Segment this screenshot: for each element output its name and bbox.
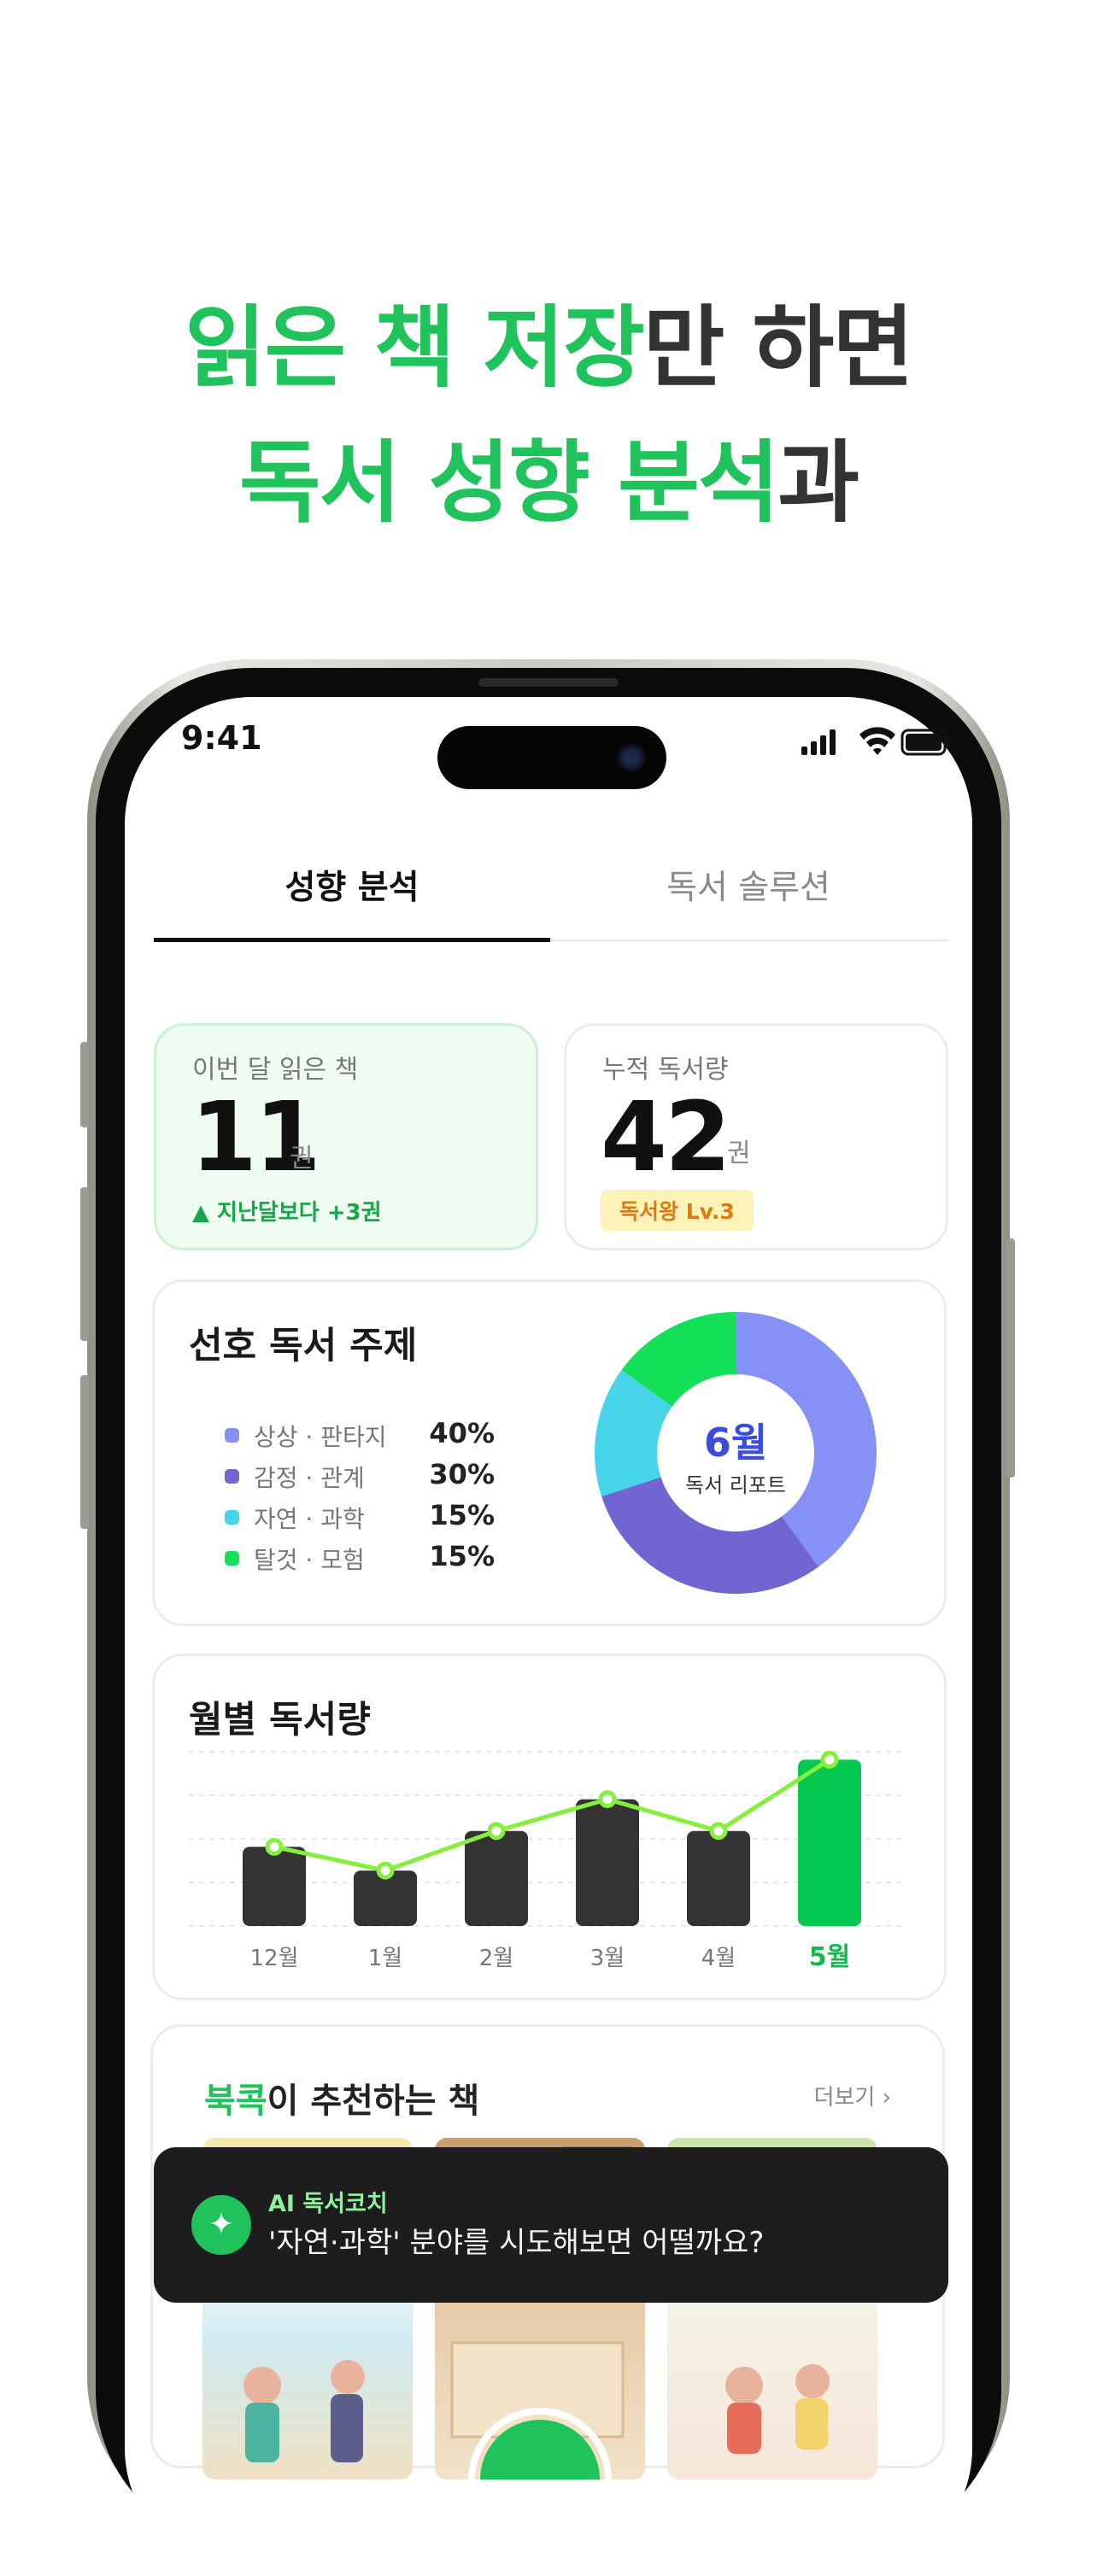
legend-value: 30% — [429, 1458, 495, 1490]
monthly-volume-card: 월별 독서량 12월 1월 2월 3월 4월 5월 — [152, 1654, 947, 2000]
chart-bar — [243, 1847, 306, 1926]
preference-donut-chart: 6월 독서 리포트 — [595, 1312, 877, 1594]
trend-point — [709, 1822, 728, 1841]
legend-label: 탈것 · 모험 — [254, 1546, 365, 1574]
battery-icon — [900, 729, 950, 756]
wifi-icon — [859, 727, 895, 755]
chart-bar — [465, 1830, 528, 1926]
status-icons — [801, 727, 950, 756]
tab-divider — [550, 940, 948, 941]
monthly-read-card[interactable]: 이번 달 읽은 책 11 권 ▲ 지난달보다 +3권 — [154, 1023, 538, 1250]
power-button — [1006, 1238, 1015, 1478]
legend-swatch — [225, 1510, 239, 1525]
trend-point — [487, 1822, 506, 1841]
trend-point — [598, 1790, 617, 1809]
chart-bar — [687, 1830, 750, 1926]
tab-solution[interactable]: 독서 솔루션 — [550, 861, 947, 909]
total-read-card[interactable]: 누적 독서량 42 권 독서왕 Lv.3 — [564, 1023, 948, 1250]
trend-point — [376, 1861, 395, 1880]
signal-icon — [801, 729, 836, 755]
chart-bar — [576, 1799, 639, 1926]
legend-label: 상상 · 판타지 — [254, 1423, 387, 1451]
headline-line-1: 읽은 책 저장만 하면 — [0, 275, 1097, 404]
legend-swatch — [225, 1469, 239, 1484]
legend-value: 15% — [429, 1540, 495, 1572]
chart-bar — [798, 1759, 861, 1926]
action-button — [80, 1042, 89, 1127]
headline-highlight: 읽은 책 저장 — [184, 296, 645, 400]
headline-highlight: 독서 성향 분석 — [238, 430, 779, 535]
headline-line-2: 독서 성향 분석과 — [0, 410, 1097, 539]
stat-value: 42 — [601, 1082, 731, 1193]
legend-swatch — [225, 1551, 239, 1566]
x-tick-label: 5월 — [809, 1942, 850, 1972]
legend-item: 상상 · 판타지 40% — [225, 1417, 498, 1453]
level-badge: 독서왕 Lv.3 — [601, 1190, 754, 1231]
coach-title: AI 독서코치 — [268, 2191, 388, 2217]
volume-down-button — [80, 1375, 89, 1529]
legend-swatch — [225, 1428, 239, 1443]
x-tick-label: 4월 — [701, 1946, 736, 1971]
legend-item: 감정 · 관계 30% — [225, 1458, 498, 1494]
camera-icon — [617, 743, 646, 772]
x-tick-label: 12월 — [249, 1946, 298, 1971]
donut-center-label: 독서 리포트 — [685, 1473, 786, 1497]
legend-item: 탈것 · 모험 15% — [225, 1540, 498, 1576]
headline-text: 만 하면 — [642, 296, 914, 400]
tab-analysis[interactable]: 성향 분석 — [154, 861, 550, 909]
preference-card: 선호 독서 주제 상상 · 판타지 40% 감정 · 관계 30% 자연 · 과… — [152, 1279, 947, 1626]
trend-point — [820, 1750, 839, 1769]
x-tick-label: 3월 — [590, 1946, 625, 1971]
recommend-title-text: 이 추천하는 책 — [267, 2081, 480, 2121]
volume-up-button — [80, 1187, 89, 1341]
x-tick-label: 2월 — [479, 1946, 513, 1971]
legend-label: 감정 · 관계 — [254, 1464, 365, 1492]
more-link[interactable]: 더보기 › — [814, 2080, 891, 2111]
card-title: 선호 독서 주제 — [189, 1325, 418, 1367]
stat-unit: 권 — [290, 1144, 314, 1174]
ai-coach-toast[interactable]: ✦ AI 독서코치 '자연·과학' 분야를 시도해보면 어떨까요? — [154, 2147, 948, 2303]
x-tick-label: 1월 — [368, 1946, 402, 1971]
donut-center-month: 6월 — [704, 1420, 767, 1466]
stat-unit: 권 — [727, 1139, 751, 1168]
status-time: 9:41 — [181, 719, 262, 757]
monthly-bar-chart: 12월 1월 2월 3월 4월 5월 — [189, 1750, 906, 1972]
legend-item: 자연 · 과학 15% — [225, 1499, 498, 1535]
tab-active-indicator — [154, 938, 550, 942]
earpiece-speaker — [478, 678, 619, 687]
legend-value: 40% — [429, 1417, 495, 1449]
stat-label: 누적 독서량 — [602, 1055, 729, 1085]
stat-label: 이번 달 읽은 책 — [192, 1055, 359, 1085]
trend-point — [265, 1837, 284, 1856]
stat-delta: ▲ 지난달보다 +3권 — [192, 1200, 382, 1226]
legend-label: 자연 · 과학 — [254, 1505, 365, 1533]
sparkle-icon: ✦ — [191, 2195, 251, 2255]
recommend-title: 북콕이 추천하는 책 — [204, 2073, 479, 2122]
brand-name: 북콕 — [204, 2081, 267, 2121]
coach-message: '자연·과학' 분야를 시도해보면 어떨까요? — [268, 2226, 765, 2260]
headline-text: 과 — [777, 430, 859, 535]
legend-value: 15% — [429, 1499, 495, 1531]
